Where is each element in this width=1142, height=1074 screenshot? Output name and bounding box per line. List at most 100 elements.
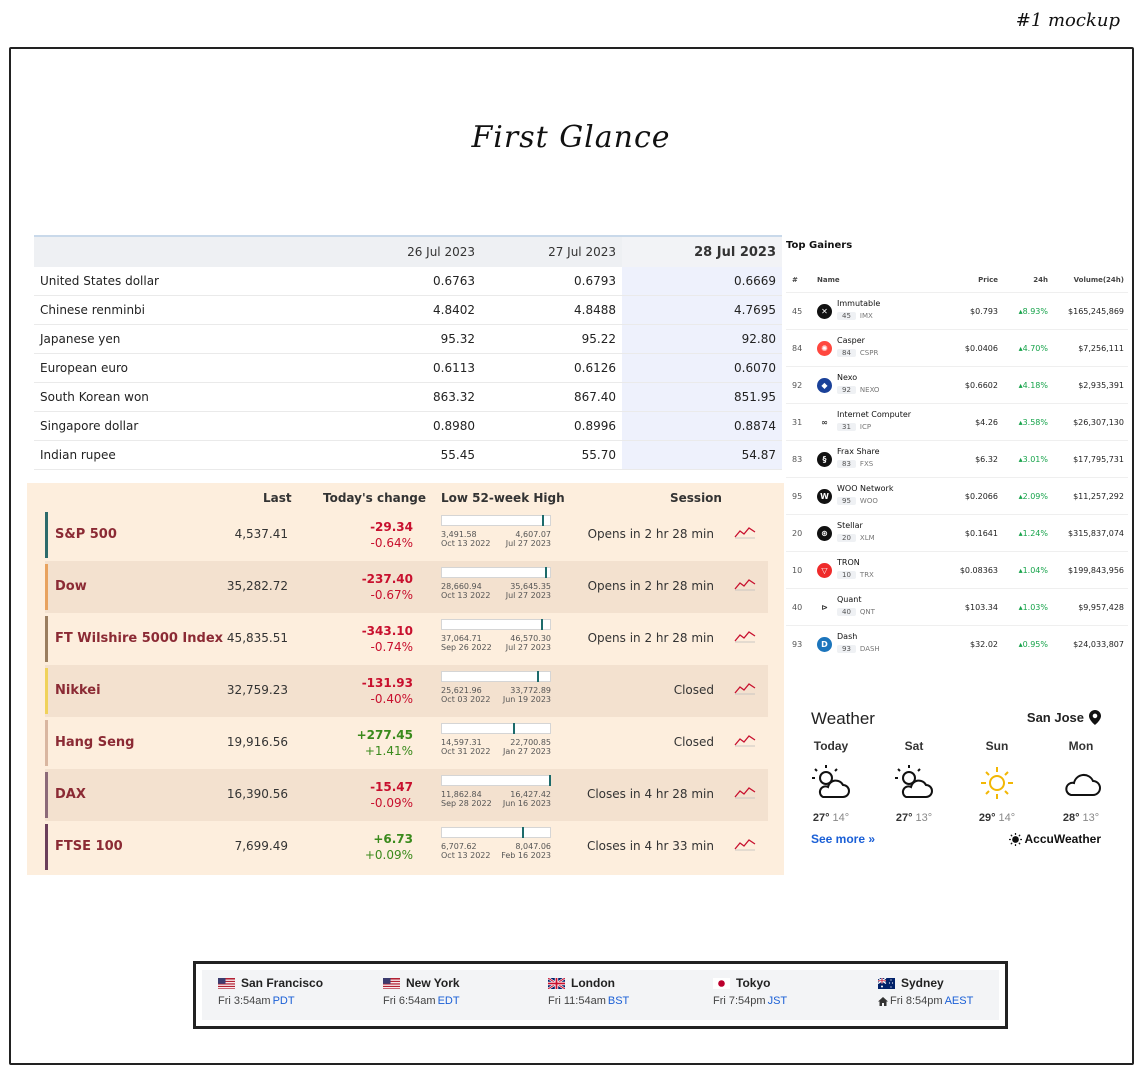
nexo-icon: ◆ [817,378,832,393]
market-row[interactable]: Hang Seng 19,916.56 +277.45 +1.41% 14,597.31… [45,717,768,769]
gainer-name[interactable]: Quant [837,595,861,604]
market-row[interactable]: Nikkei 32,759.23 -131.93 -0.40% 25,621.96 Oct… [45,665,768,717]
market-row[interactable]: FT Wilshire 5000 Index 45,835.51 -343.10 -0… [45,613,768,665]
forecast-temperature: 28° 13° [1051,812,1111,824]
range-high-date: Jan 27 2023 [503,747,551,756]
market-name-link[interactable]: S&P 500 [55,527,117,542]
gainer-name[interactable]: Immutable [837,299,880,308]
market-name-link[interactable]: Dow [55,579,87,594]
sparkline-chart-icon[interactable] [734,732,756,747]
gainer-row[interactable]: 40 ⊳ Quant 40 QNT $103.34 ▴1.03% $9,957,428 [786,588,1128,625]
gainer-row[interactable]: 83 § Frax Share 83 FXS $6.32 ▴3.01% $17,795,731 [786,440,1128,477]
world-clock-city[interactable]: London Fri 11:54am BST [548,976,708,1007]
gainer-volume: $24,033,807 [1073,640,1124,649]
world-clock-city[interactable]: New York Fri 6:54am EDT [383,976,543,1007]
sparkline-chart-icon[interactable] [734,680,756,695]
gainer-rank: 92 [792,381,803,390]
rate-value: 55.45 [440,448,475,462]
market-52-week-range: 3,491.58 Oct 13 2022 4,607.07 Jul 27 2023 [441,515,551,548]
partly-sunny-icon [809,763,853,803]
market-name-link[interactable]: DAX [55,787,86,802]
gainer-row[interactable]: 31 ∞ Internet Computer 31 ICP $4.26 ▴3.58% $26,… [786,403,1128,440]
market-name-link[interactable]: FTSE 100 [55,839,123,854]
market-name-link[interactable]: Nikkei [55,683,101,698]
date-column-header[interactable]: 26 Jul 2023 [340,237,481,267]
gainer-name[interactable]: Stellar [837,521,863,530]
range-high-value: 4,607.07 [515,530,551,539]
gainer-row[interactable]: 84 ✺ Casper 84 CSPR $0.0406 ▴4.70% $7,256,111 [786,329,1128,366]
gainer-price: $0.1641 [964,529,998,538]
exchange-rate-table: 26 Jul 2023 27 Jul 2023 28 Jul 2023 Unit… [34,235,782,470]
gainer-name[interactable]: TRON [837,558,860,567]
sparkline-chart-icon[interactable] [734,628,756,643]
range-low-date: Oct 03 2022 [441,695,491,704]
range-labels: 3,491.58 Oct 13 2022 4,607.07 Jul 27 2023 [441,530,551,548]
exchange-rate-row[interactable]: South Korean won 863.32 867.40 851.95 [34,383,782,412]
weather-location[interactable]: San Jose [1027,710,1101,725]
market-row[interactable]: DAX 16,390.56 -15.47 -0.09% 11,862.84 Sep 28 … [45,769,768,821]
market-row[interactable]: S&P 500 4,537.41 -29.34 -0.64% 3,491.58 Oct 1… [45,509,768,561]
city-name: San Francisco [241,976,324,990]
gainer-row[interactable]: 95 W WOO Network 95 WOO $0.2066 ▴2.09% $11,257,… [786,477,1128,514]
gainer-name[interactable]: Nexo [837,373,857,382]
exchange-rate-row[interactable]: Japanese yen 95.32 95.22 92.80 [34,325,782,354]
top-gainers-panel: Top Gainers # Name Price 24h Volume(24h)… [786,240,1128,662]
world-clock-city[interactable]: Tokyo Fri 7:54pm JST [713,976,873,1007]
city-name: Sydney [901,976,944,990]
sparkline-chart-icon[interactable] [734,784,756,799]
range-high-date: Jun 19 2023 [502,695,551,704]
exchange-rate-row[interactable]: Singapore dollar 0.8980 0.8996 0.8874 [34,412,782,441]
see-more-link[interactable]: See more » [811,832,875,846]
gainer-meta: 83 FXS [837,460,873,468]
world-clock-city[interactable]: San Francisco Fri 3:54am PDT [218,976,378,1007]
range-high: 4,607.07 Jul 27 2023 [506,530,551,548]
name-column-header: Name [817,276,840,284]
forecast-low: 13° [915,812,933,824]
gainer-row[interactable]: 93 D Dash 93 DASH $32.02 ▴0.95% $24,033,807 [786,625,1128,662]
gainer-name[interactable]: WOO Network [837,484,893,493]
market-row[interactable]: Dow 35,282.72 -237.40 -0.67% 28,660.94 Oct 13… [45,561,768,613]
gainer-volume: $315,837,074 [1068,529,1124,538]
gainer-rank: 40 [792,603,803,612]
exchange-rate-row[interactable]: Indian rupee 55.45 55.70 54.87 [34,441,782,470]
range-high-value: 16,427.42 [510,790,551,799]
gainer-row[interactable]: 45 ✕ Immutable 45 IMX $0.793 ▴8.93% $165,245,86… [786,292,1128,329]
city-time: Fri 8:54pm AEST [878,995,1038,1007]
gainer-row[interactable]: 10 ▽ TRON 10 TRX $0.08363 ▴1.04% $199,843,956 [786,551,1128,588]
range-low: 25,621.96 Oct 03 2022 [441,686,490,704]
market-change: -29.34 -0.64% [370,519,413,551]
accuweather-logo[interactable]: AccuWeather [1008,832,1101,846]
gainer-name[interactable]: Dash [837,632,857,641]
sparkline-chart-icon[interactable] [734,836,756,851]
market-name-link[interactable]: FT Wilshire 5000 Index [55,631,223,646]
range-marker [544,567,547,578]
sparkline-chart-icon[interactable] [734,576,756,591]
gainer-meta: 92 NEXO [837,386,879,394]
market-change-amount: +6.73 [373,832,413,846]
market-change-amount: -343.10 [361,624,413,638]
exchange-rate-row[interactable]: United States dollar 0.6763 0.6793 0.6669 [34,267,782,296]
gainer-name[interactable]: Frax Share [837,447,880,456]
sparkline-chart-icon[interactable] [734,524,756,539]
market-name-link[interactable]: Hang Seng [55,735,134,750]
date-column-header[interactable]: 28 Jul 2023 [622,237,782,267]
exchange-rate-row[interactable]: European euro 0.6113 0.6126 0.6070 [34,354,782,383]
market-row[interactable]: FTSE 100 7,699.49 +6.73 +0.09% 6,707.62 Oct 1… [45,821,768,873]
gainer-name[interactable]: Casper [837,336,865,345]
date-column-header[interactable]: 27 Jul 2023 [481,237,622,267]
market-change: -237.40 -0.67% [362,571,413,603]
city-header: New York [383,976,543,990]
range-high-date: Jul 27 2023 [505,539,551,548]
gainer-change: ▴1.24% [1019,529,1048,538]
gainer-row[interactable]: 92 ◆ Nexo 92 NEXO $0.6602 ▴4.18% $2,935,391 [786,366,1128,403]
range-high-value: 46,570.30 [510,634,551,643]
gainer-name[interactable]: Internet Computer [837,410,911,419]
gainer-row[interactable]: 20 ⊛ Stellar 20 XLM $0.1641 ▴1.24% $315,837,074 [786,514,1128,551]
forecast-temperature: 27° 14° [801,812,861,824]
city-name: London [571,976,615,990]
exchange-rate-row[interactable]: Chinese renminbi 4.8402 4.8488 4.7695 [34,296,782,325]
market-accent-bar [45,720,48,766]
world-clock-city[interactable]: Sydney Fri 8:54pm AEST [878,976,1038,1007]
city-time: Fri 3:54am PDT [218,995,378,1007]
gainer-volume: $2,935,391 [1078,381,1124,390]
